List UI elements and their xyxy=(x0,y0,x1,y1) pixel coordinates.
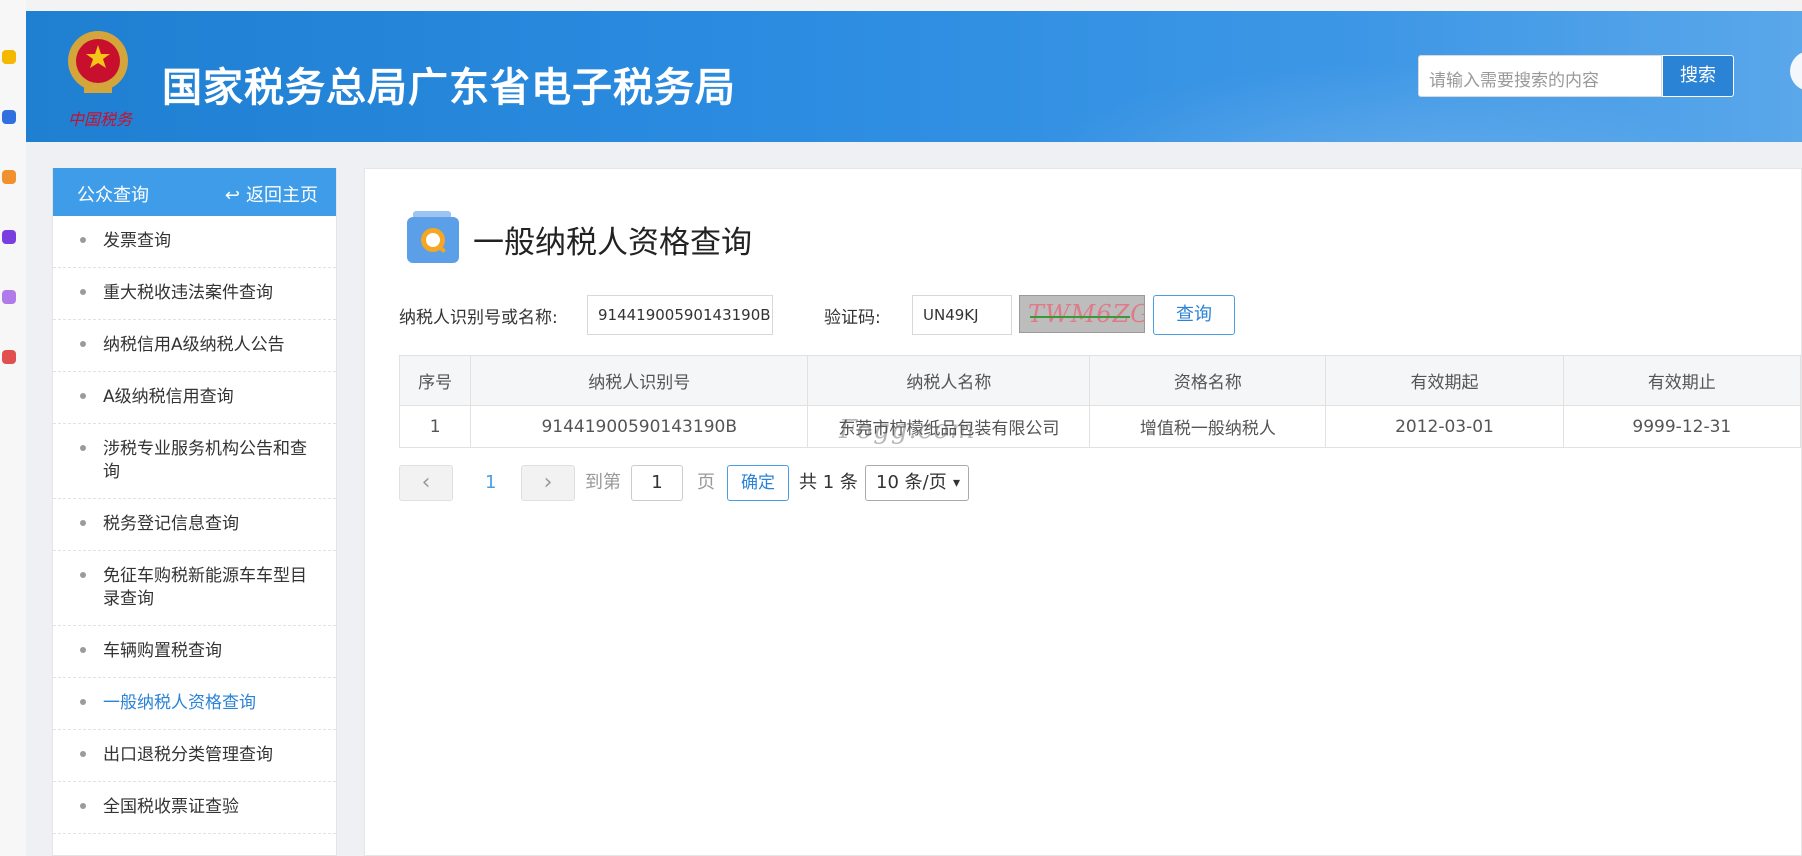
dock-app-icon[interactable] xyxy=(2,110,16,124)
captcha-image-text: TWM6ZG xyxy=(1028,300,1145,328)
next-page-button[interactable]: › xyxy=(521,465,575,501)
bullet-icon xyxy=(80,647,86,653)
site-header: 中国税务 国家税务总局广东省电子税务局 请输入需要搜索的内容 搜索 xyxy=(26,11,1802,142)
sidebar-item-credit-a-query[interactable]: A级纳税信用查询 xyxy=(53,372,336,424)
column-header: 纳税人识别号 xyxy=(470,355,809,406)
captcha-noise-line xyxy=(1030,316,1130,318)
back-home-link[interactable]: ↩ 返回主页 xyxy=(225,181,318,207)
bullet-icon xyxy=(80,803,86,809)
bullet-icon xyxy=(80,445,86,451)
sidebar-item-tax-voucher-check[interactable]: 全国税收票证查验 xyxy=(53,782,336,834)
sidebar-item-major-violation-query[interactable]: 重大税收违法案件查询 xyxy=(53,268,336,320)
page-unit-label: 页 xyxy=(697,472,715,493)
captcha-label: 验证码: xyxy=(824,308,881,328)
result-table: 序号 纳税人识别号 纳税人名称 资格名称 有效期起 有效期止 1 9144190… xyxy=(398,355,1802,448)
watermark: Fogg.com xyxy=(839,415,976,445)
goto-confirm-button[interactable]: 确定 xyxy=(727,465,789,501)
table-cell: 9999-12-31 xyxy=(1562,405,1802,448)
captcha-image[interactable]: TWM6ZG xyxy=(1019,295,1145,333)
sidebar-item-label: 涉税专业服务机构公告和查询 xyxy=(103,439,307,482)
sidebar-item-new-energy-vehicle-catalog[interactable]: 免征车购税新能源车车型目录查询 xyxy=(53,551,336,626)
search-input[interactable]: 请输入需要搜索的内容 xyxy=(1418,55,1662,97)
page-title: 一般纳税人资格查询 xyxy=(473,225,752,261)
page-number-current[interactable]: 1 xyxy=(485,465,496,501)
table-cell: 增值税一般纳税人 xyxy=(1089,405,1327,448)
emblem-caption: 中国税务 xyxy=(68,110,133,129)
goto-label: 到第 xyxy=(585,472,621,493)
national-emblem-icon xyxy=(68,31,128,93)
table-cell: 1 xyxy=(398,405,472,448)
sidebar-item-tax-registration-query[interactable]: 税务登记信息查询 xyxy=(53,499,336,551)
taxpayer-id-input[interactable]: 91441900590143190B xyxy=(587,295,773,335)
sidebar-item-label: 免征车购税新能源车车型目录查询 xyxy=(103,566,307,609)
sidebar-item-label: A级纳税信用查询 xyxy=(103,387,234,407)
bullet-icon xyxy=(80,572,86,578)
sidebar-item-label: 纳税信用A级纳税人公告 xyxy=(103,335,285,355)
sidebar-item-label: 税务登记信息查询 xyxy=(103,514,239,534)
goto-page-input[interactable]: 1 xyxy=(631,465,683,501)
taxpayer-label: 纳税人识别号或名称: xyxy=(399,308,558,328)
search-document-icon xyxy=(407,211,459,263)
column-header: 有效期起 xyxy=(1325,355,1564,406)
dock-app-icon[interactable] xyxy=(2,50,16,64)
sidebar-header: 公众查询 ↩ 返回主页 xyxy=(53,168,336,216)
bullet-icon xyxy=(80,393,86,399)
sidebar-item-label: 重大税收违法案件查询 xyxy=(103,283,273,303)
bullet-icon xyxy=(80,289,86,295)
site-title: 国家税务总局广东省电子税务局 xyxy=(162,65,736,111)
dock-app-icon[interactable] xyxy=(2,290,16,304)
table-cell: 91441900590143190B xyxy=(470,405,809,448)
sidebar: 公众查询 ↩ 返回主页 发票查询 重大税收违法案件查询 纳税信用A级纳税人公告 A… xyxy=(52,168,337,856)
table-cell: 2012-03-01 xyxy=(1325,405,1564,448)
table-header-row: 序号 纳税人识别号 纳税人名称 资格名称 有效期起 有效期止 xyxy=(398,355,1802,406)
bullet-icon xyxy=(80,520,86,526)
return-arrow-icon: ↩ xyxy=(224,185,240,206)
sidebar-item-tax-service-agencies[interactable]: 涉税专业服务机构公告和查询 xyxy=(53,424,336,499)
sidebar-item-export-rebate-classification[interactable]: 出口退税分类管理查询 xyxy=(53,730,336,782)
chevron-down-icon: ▾ xyxy=(952,475,960,491)
sidebar-item-vehicle-purchase-tax[interactable]: 车辆购置税查询 xyxy=(53,626,336,678)
table-row[interactable]: 1 91441900590143190B 东莞市柠檬纸品包装有限公司 增值税一般… xyxy=(398,405,1802,448)
query-button[interactable]: 查询 xyxy=(1153,295,1235,335)
column-header: 有效期止 xyxy=(1562,355,1802,406)
sidebar-item-credit-a-announcement[interactable]: 纳税信用A级纳税人公告 xyxy=(53,320,336,372)
sidebar-item-label: 车辆购置税查询 xyxy=(103,641,222,661)
bullet-icon xyxy=(80,751,86,757)
main-content: 一般纳税人资格查询 纳税人识别号或名称: 91441900590143190B … xyxy=(364,168,1802,856)
total-count: 共 1 条 xyxy=(799,472,858,493)
sidebar-title: 公众查询 xyxy=(77,185,149,206)
page-size-value: 10 条/页 xyxy=(876,472,947,493)
prev-page-button[interactable]: ‹ xyxy=(399,465,453,501)
browser-tab-strip xyxy=(0,0,1802,11)
column-header: 序号 xyxy=(398,355,472,406)
user-avatar[interactable] xyxy=(1790,51,1802,91)
search-button[interactable]: 搜索 xyxy=(1662,55,1734,97)
sidebar-item-general-taxpayer-query[interactable]: 一般纳税人资格查询 xyxy=(53,678,336,730)
dock-app-icon[interactable] xyxy=(2,350,16,364)
sidebar-item-label: 一般纳税人资格查询 xyxy=(103,693,256,713)
column-header: 资格名称 xyxy=(1089,355,1327,406)
dock-app-icon[interactable] xyxy=(2,170,16,184)
sidebar-item-invoice-query[interactable]: 发票查询 xyxy=(53,216,336,268)
column-header: 纳税人名称 xyxy=(807,355,1091,406)
bullet-icon xyxy=(80,237,86,243)
bullet-icon xyxy=(80,341,86,347)
bullet-icon xyxy=(80,699,86,705)
browser-side-dock xyxy=(0,0,26,856)
dock-app-icon[interactable] xyxy=(2,230,16,244)
sidebar-item-label: 出口退税分类管理查询 xyxy=(103,745,273,765)
page-size-select[interactable]: 10 条/页 ▾ xyxy=(865,465,969,501)
back-home-label: 返回主页 xyxy=(246,185,318,206)
sidebar-item-label: 全国税收票证查验 xyxy=(103,797,239,817)
captcha-input[interactable]: UN49KJ xyxy=(912,295,1012,335)
sidebar-item-label: 发票查询 xyxy=(103,231,171,251)
